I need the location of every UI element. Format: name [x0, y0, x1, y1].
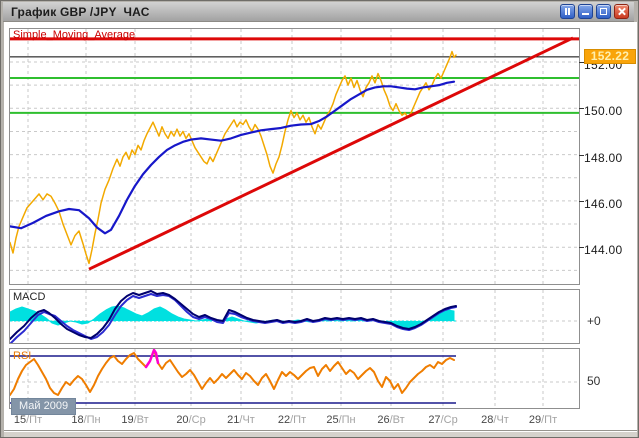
time-axis-label: 29/Пт: [519, 414, 567, 426]
rsi-fifty-label: 50: [587, 374, 600, 388]
price-axis-label: 148.00: [584, 151, 623, 165]
price-axis-tick: [579, 247, 584, 248]
sma-indicator-label: Simple_Moving_Average: [13, 30, 135, 41]
pause-button[interactable]: [560, 4, 575, 19]
time-axis-label: 27/Ср: [419, 414, 467, 426]
time-axis-label: 21/Чт: [217, 414, 265, 426]
price-chart-panel[interactable]: [9, 28, 580, 285]
price-axis-label: 150.00: [584, 104, 623, 118]
minimize-button[interactable]: [578, 4, 593, 19]
time-axis-label: 25/Пн: [317, 414, 365, 426]
macd-svg: [10, 290, 579, 343]
window-controls: [560, 4, 629, 19]
macd-panel[interactable]: [9, 289, 580, 344]
macd-zero-label: +0: [587, 314, 601, 328]
time-axis-label: 20/Ср: [167, 414, 215, 426]
rsi-label: RSI: [13, 351, 31, 362]
price-axis-tick: [579, 155, 584, 156]
time-axis-label: 19/Вт: [111, 414, 159, 426]
time-axis-label: 22/Пт: [268, 414, 316, 426]
price-axis-tick: [579, 201, 584, 202]
time-axis-label: 26/Вт: [367, 414, 415, 426]
window-bottom-edge: [4, 430, 637, 437]
month-badge: Май 2009: [11, 398, 76, 415]
macd-label: MACD: [13, 292, 45, 303]
chart-window: График GBP /JPY ЧАС Simple_Moving_Averag…: [0, 0, 639, 438]
time-axis-label: 18/Пн: [62, 414, 110, 426]
price-chart-svg: [10, 29, 579, 284]
time-axis-label: 15/Пт: [4, 414, 52, 426]
current-price-badge: 152.22: [584, 49, 636, 64]
price-axis-label: 144.00: [584, 243, 623, 257]
time-axis-label: 28/Чт: [471, 414, 519, 426]
window-title: График GBP /JPY ЧАС: [11, 5, 150, 19]
price-axis-label: 146.00: [584, 197, 623, 211]
maximize-button[interactable]: [596, 4, 611, 19]
close-button[interactable]: [614, 4, 629, 19]
price-axis-tick: [579, 108, 584, 109]
rsi-svg: [10, 349, 579, 408]
titlebar[interactable]: График GBP /JPY ЧАС: [3, 2, 634, 22]
rsi-panel[interactable]: [9, 348, 580, 409]
